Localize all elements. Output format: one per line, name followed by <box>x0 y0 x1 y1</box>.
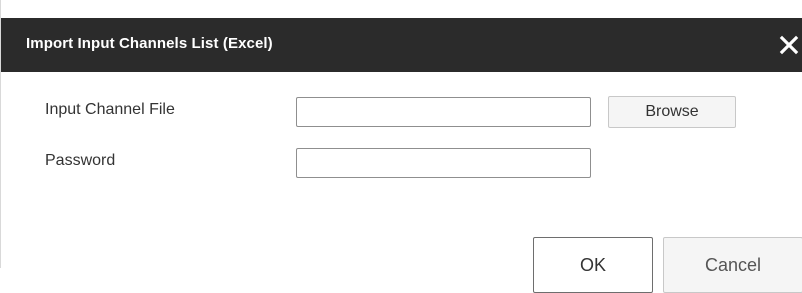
ok-button[interactable]: OK <box>533 237 653 293</box>
dialog-title: Import Input Channels List (Excel) <box>26 35 273 52</box>
dialog-titlebar: Import Input Channels List (Excel) <box>1 18 802 72</box>
browse-button[interactable]: Browse <box>608 96 736 128</box>
cancel-button[interactable]: Cancel <box>663 237 802 293</box>
import-dialog: Import Input Channels List (Excel) Input… <box>0 0 802 293</box>
password-field[interactable] <box>296 148 591 178</box>
input-channel-file-label: Input Channel File <box>45 101 175 118</box>
password-label: Password <box>45 152 116 169</box>
close-icon[interactable] <box>777 29 801 59</box>
input-channel-file-field[interactable] <box>296 97 591 127</box>
